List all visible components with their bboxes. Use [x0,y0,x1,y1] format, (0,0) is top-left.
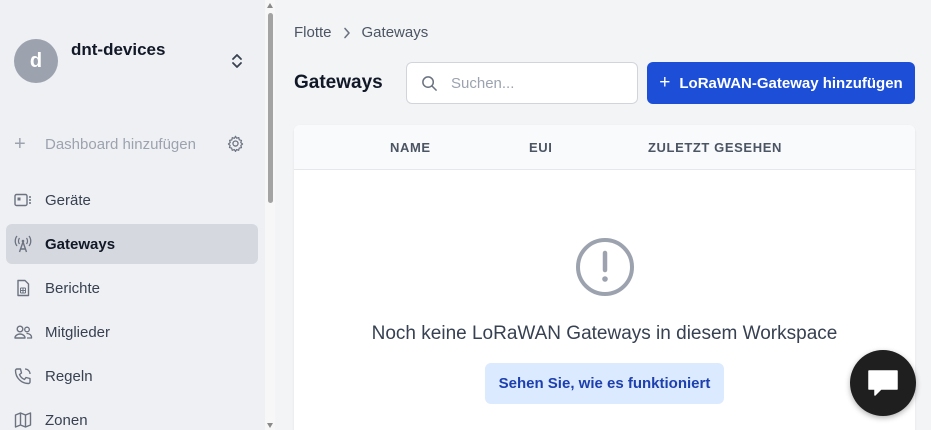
members-icon [13,322,33,342]
empty-state-message: Noch keine LoRaWAN Gateways in diesem Wo… [371,323,838,344]
column-header-last-seen[interactable]: ZULETZT GESEHEN [648,140,782,155]
sidebar-item-label: Geräte [45,191,91,209]
how-it-works-button[interactable]: Sehen Sie, wie es funktioniert [485,363,724,404]
chevron-right-icon [343,27,350,38]
page-title: Gateways [294,72,383,93]
sidebar-item-mitglieder[interactable]: Mitglieder [6,312,258,352]
scroll-down-arrow-icon[interactable] [267,423,273,428]
sidebar-item-regeln[interactable]: Regeln [6,356,258,396]
add-dashboard-button[interactable]: + Dashboard hinzufügen [14,132,254,156]
chat-bubble-icon [868,370,898,396]
sidebar-item-label: Regeln [45,367,93,385]
sidebar-item-zonen[interactable]: Zonen [6,400,258,430]
breadcrumb-current: Gateways [361,24,429,41]
breadcrumb-flotte-link[interactable]: Flotte [294,24,332,41]
workspace-name: dnt-devices [71,40,166,59]
sidebar-item-label: Gateways [45,235,116,253]
workspace-avatar: d [14,39,58,83]
table-header: NAME EUI ZULETZT GESEHEN [294,125,915,170]
column-header-eui[interactable]: EUI [529,140,552,155]
add-lorawan-gateway-button[interactable]: + LoRaWAN-Gateway hinzufügen [647,62,915,104]
breadcrumb: Flotte Gateways [294,24,428,41]
chevron-up-down-icon[interactable] [230,52,244,70]
gateway-icon [13,234,33,254]
chat-button[interactable] [850,350,916,416]
exclamation-circle-icon [576,238,634,296]
add-gateway-label: LoRaWAN-Gateway hinzufügen [679,74,903,92]
sidebar-item-label: Berichte [45,279,101,297]
report-icon [13,278,33,298]
plus-icon: + [14,133,26,155]
search-icon [422,76,437,91]
workspace-switcher[interactable]: d dnt-devices [14,38,254,84]
sidebar-item-gateways[interactable]: Gateways [6,224,258,264]
plus-icon: + [659,72,671,93]
gear-icon[interactable] [227,135,244,152]
sidebar-item-berichte[interactable]: Berichte [6,268,258,308]
rules-icon [13,366,33,386]
search-input[interactable] [451,71,631,95]
add-dashboard-label: Dashboard hinzufügen [45,135,196,153]
sidebar-item-geraete[interactable]: Geräte [6,180,258,220]
column-header-name[interactable]: NAME [390,140,431,155]
sidebar-item-label: Mitglieder [45,323,111,341]
search-box[interactable] [406,62,638,104]
map-icon [13,410,33,430]
scrollbar-thumb[interactable] [268,13,273,203]
sidebar: d dnt-devices + Dashboard hinzufügen Ger… [0,0,265,430]
sidebar-nav: Geräte Gateways Berichte Mitglieder Rege… [6,180,258,430]
scroll-up-arrow-icon[interactable] [267,3,273,8]
device-icon [13,190,33,210]
sidebar-item-label: Zonen [45,411,88,429]
gateways-table: NAME EUI ZULETZT GESEHEN Noch keine LoRa… [294,125,915,430]
